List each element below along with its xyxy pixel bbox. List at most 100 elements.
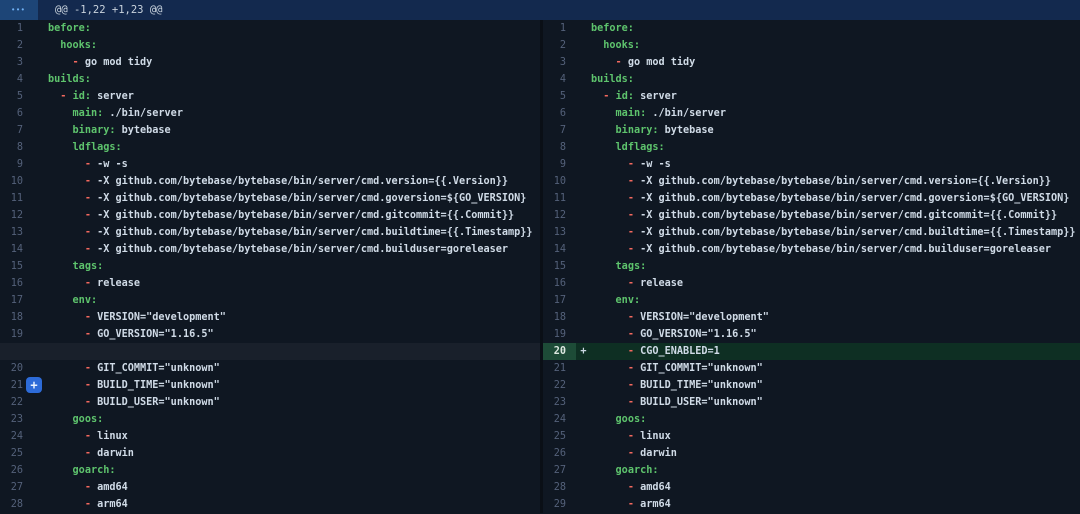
line-number[interactable]: 6 [543, 105, 576, 122]
line-number[interactable]: 28 [0, 496, 33, 513]
diff-marker [576, 37, 591, 54]
diff-marker [33, 360, 48, 377]
line-number[interactable]: 8 [0, 139, 33, 156]
diff-row-new-21: 21 - GIT_COMMIT="unknown" [543, 360, 1080, 377]
line-number[interactable]: 25 [543, 428, 576, 445]
line-number[interactable]: 19 [543, 326, 576, 343]
line-number[interactable]: 1 [543, 20, 576, 37]
line-number[interactable]: 21 [543, 360, 576, 377]
diff-row-new-28: 28 - amd64 [543, 479, 1080, 496]
line-number[interactable]: 22 [0, 394, 33, 411]
diff-marker [33, 190, 48, 207]
line-number[interactable]: 23 [0, 411, 33, 428]
line-number[interactable]: 6 [0, 105, 33, 122]
line-number[interactable]: 17 [0, 292, 33, 309]
line-number[interactable]: 18 [543, 309, 576, 326]
code-line: - darwin [591, 445, 1080, 462]
code-line: hooks: [48, 37, 540, 54]
line-number[interactable]: 17 [543, 292, 576, 309]
line-number[interactable]: 3 [0, 54, 33, 71]
add-comment-button[interactable]: + [26, 377, 42, 393]
line-number[interactable]: 26 [0, 462, 33, 479]
line-number[interactable]: 29 [543, 496, 576, 513]
diff-row-old-16: 16 - release [0, 275, 540, 292]
line-number[interactable]: 8 [543, 139, 576, 156]
diff-row-new-23: 23 - BUILD_USER="unknown" [543, 394, 1080, 411]
line-number[interactable]: 13 [0, 224, 33, 241]
line-number[interactable]: 19 [0, 326, 33, 343]
line-number[interactable]: 14 [543, 241, 576, 258]
line-number[interactable]: 5 [543, 88, 576, 105]
line-number[interactable]: 16 [543, 275, 576, 292]
line-number[interactable]: 11 [0, 190, 33, 207]
diff-row-old-22: 22 - BUILD_USER="unknown" [0, 394, 540, 411]
line-number[interactable]: 2 [543, 37, 576, 54]
line-number[interactable]: 4 [0, 71, 33, 88]
line-number[interactable]: 14 [0, 241, 33, 258]
line-number[interactable]: 20 [543, 343, 576, 360]
line-number[interactable]: 27 [543, 462, 576, 479]
code-line: goos: [48, 411, 540, 428]
line-number[interactable]: 1 [0, 20, 33, 37]
line-number[interactable]: 24 [543, 411, 576, 428]
line-number[interactable]: 2 [0, 37, 33, 54]
code-line: tags: [591, 258, 1080, 275]
line-number[interactable]: 15 [543, 258, 576, 275]
line-number[interactable]: 18 [0, 309, 33, 326]
plus-icon: + [30, 379, 37, 391]
diff-row-old-24: 24 - linux [0, 428, 540, 445]
line-number[interactable]: 12 [543, 207, 576, 224]
line-number[interactable]: 4 [543, 71, 576, 88]
line-number[interactable]: 5 [0, 88, 33, 105]
diff-marker [576, 445, 591, 462]
diff-row-new-5: 5 - id: server [543, 88, 1080, 105]
line-number[interactable]: 7 [543, 122, 576, 139]
ellipsis-icon: ••• [12, 6, 26, 14]
line-number[interactable]: 13 [543, 224, 576, 241]
line-number[interactable]: 9 [543, 156, 576, 173]
diff-marker [576, 139, 591, 156]
code-line: - release [591, 275, 1080, 292]
diff-marker [576, 377, 591, 394]
line-number[interactable]: 16 [0, 275, 33, 292]
line-number[interactable]: 26 [543, 445, 576, 462]
diff-row-new-20: 20+ - CGO_ENABLED=1 [543, 343, 1080, 360]
code-line: - -w -s [48, 156, 540, 173]
line-number[interactable]: 23 [543, 394, 576, 411]
line-number[interactable]: 12 [0, 207, 33, 224]
code-line: - release [48, 275, 540, 292]
diff-marker [33, 139, 48, 156]
diff-row-new-1: 1before: [543, 20, 1080, 37]
diff-row-new-17: 17 env: [543, 292, 1080, 309]
diff-row-new-12: 12 - -X github.com/bytebase/bytebase/bin… [543, 207, 1080, 224]
line-number[interactable]: 10 [0, 173, 33, 190]
diff-marker [33, 394, 48, 411]
line-number[interactable]: 28 [543, 479, 576, 496]
expand-context-button[interactable]: ••• [0, 0, 38, 20]
diff-row-new-6: 6 main: ./bin/server [543, 105, 1080, 122]
diff-marker [33, 275, 48, 292]
diff-marker [33, 479, 48, 496]
diff-marker [33, 309, 48, 326]
line-number[interactable]: 20 [0, 360, 33, 377]
diff-row-new-16: 16 - release [543, 275, 1080, 292]
line-number[interactable]: 11 [543, 190, 576, 207]
diff-row-old-27: 27 - amd64 [0, 479, 540, 496]
line-number[interactable]: 25 [0, 445, 33, 462]
line-number[interactable]: 7 [0, 122, 33, 139]
line-number[interactable]: 24 [0, 428, 33, 445]
diff-marker [576, 190, 591, 207]
line-number[interactable]: 27 [0, 479, 33, 496]
line-number[interactable]: 22 [543, 377, 576, 394]
diff-marker [33, 326, 48, 343]
diff-row-old-1: 1before: [0, 20, 540, 37]
code-line: - go mod tidy [591, 54, 1080, 71]
line-number[interactable]: 15 [0, 258, 33, 275]
line-number[interactable]: 10 [543, 173, 576, 190]
diff-row-new-2: 2 hooks: [543, 37, 1080, 54]
code-line: - go mod tidy [48, 54, 540, 71]
line-number[interactable]: 9 [0, 156, 33, 173]
line-number[interactable]: 3 [543, 54, 576, 71]
diff-row-old-4: 4builds: [0, 71, 540, 88]
code-line: - -X github.com/bytebase/bytebase/bin/se… [48, 190, 540, 207]
